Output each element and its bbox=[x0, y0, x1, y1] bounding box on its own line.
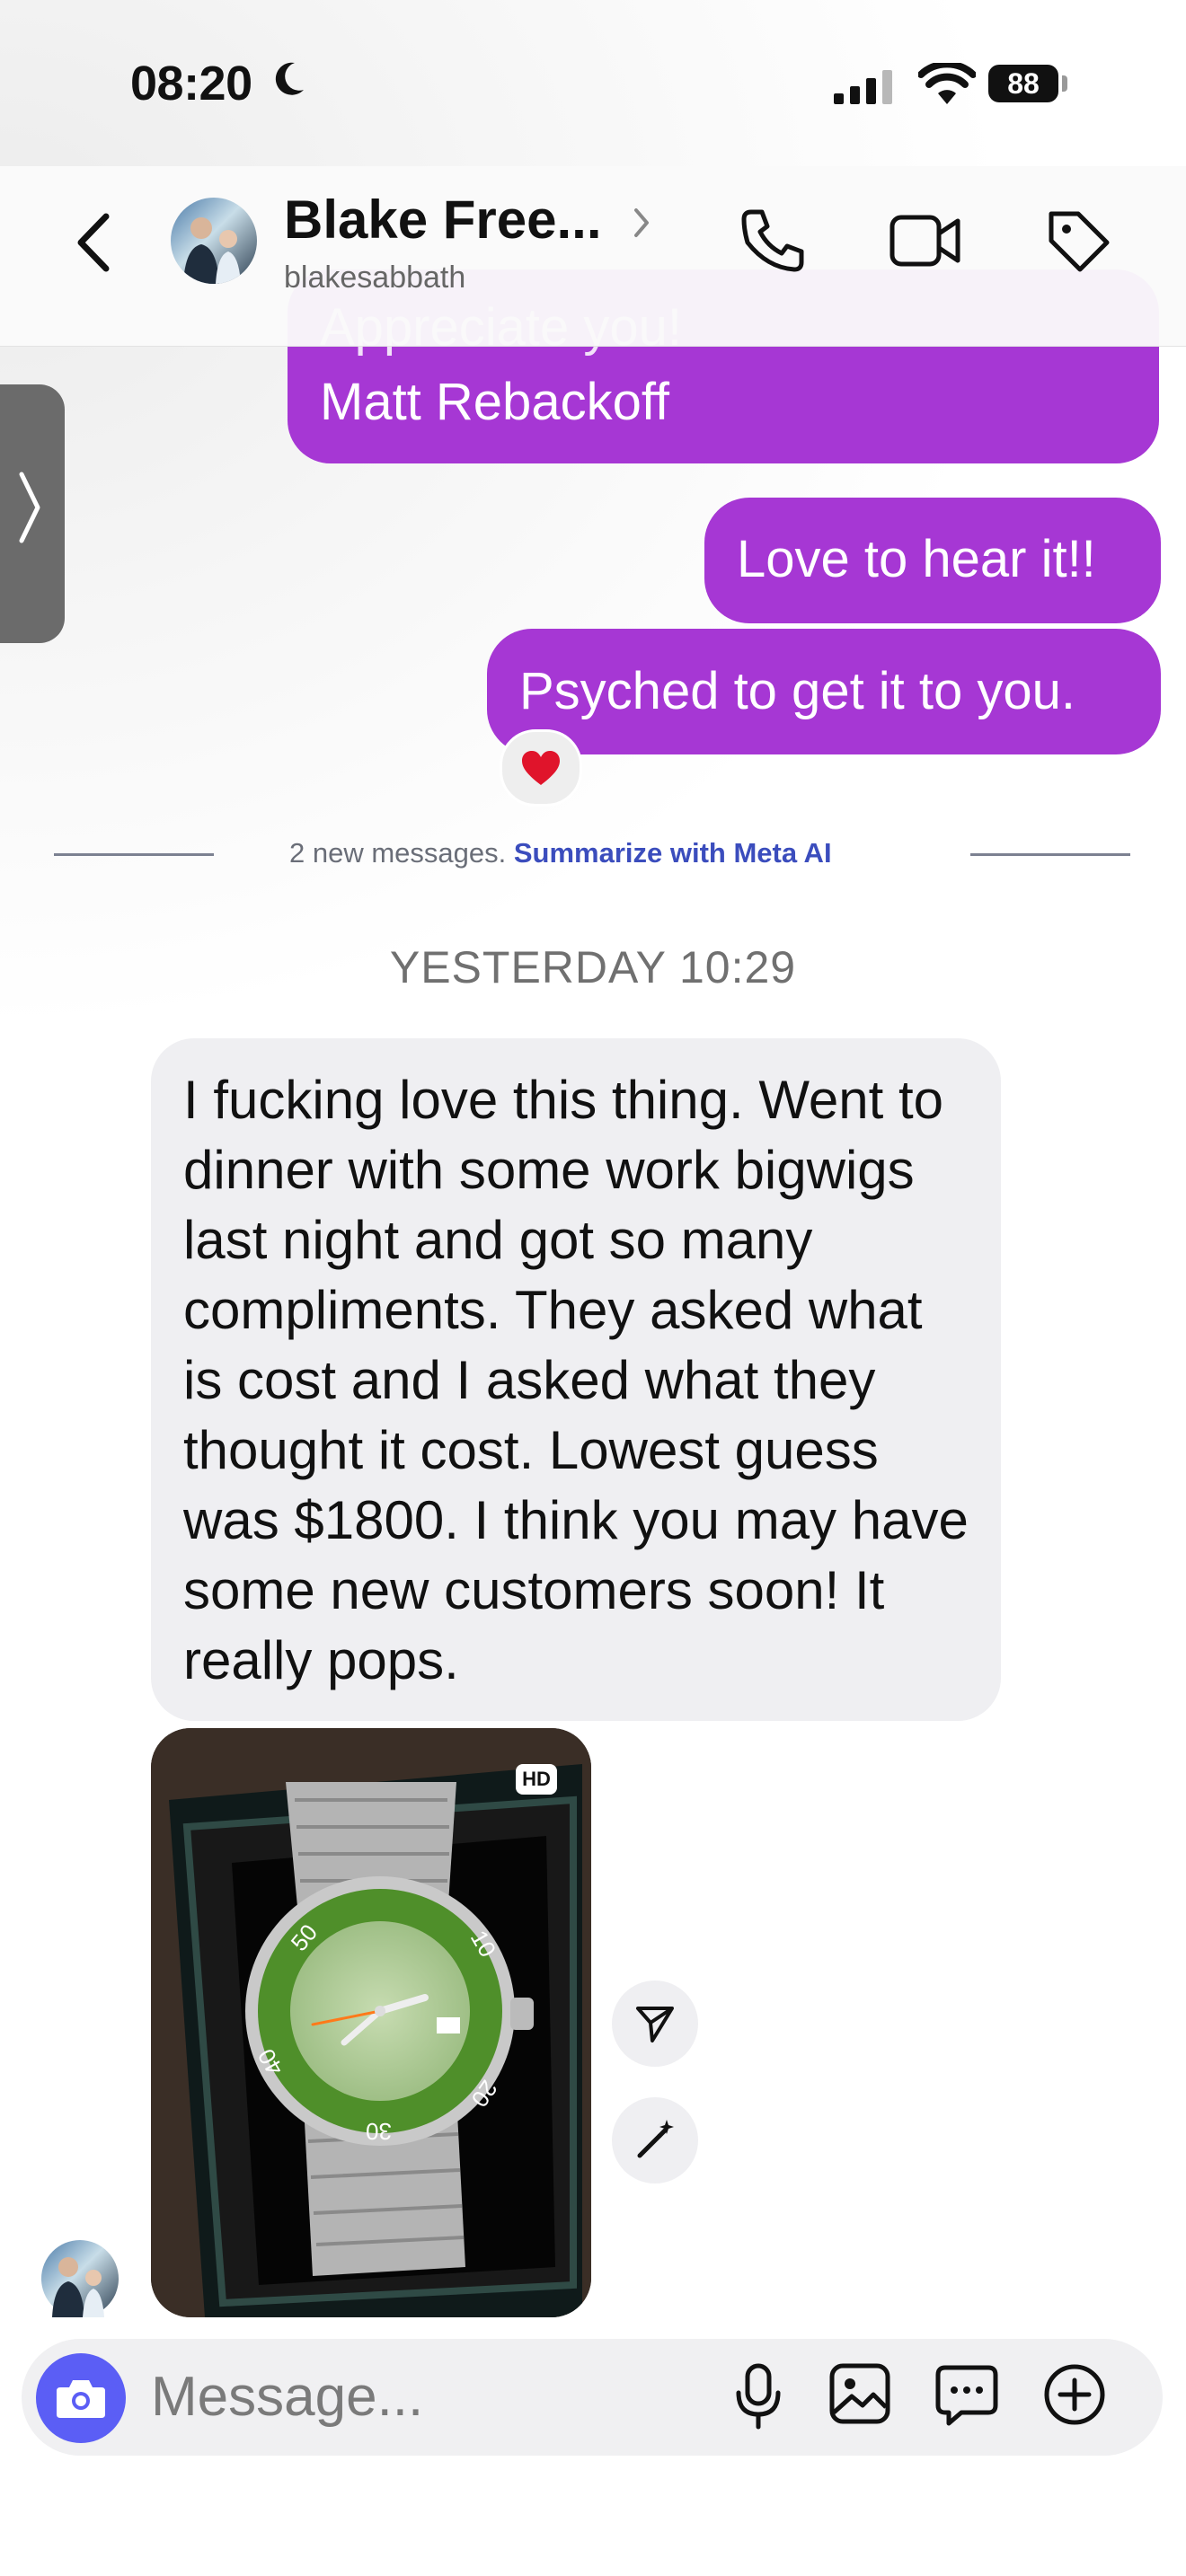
battery-indicator: 88 bbox=[988, 65, 1058, 102]
chevron-right-icon[interactable] bbox=[632, 205, 651, 241]
contact-name[interactable]: Blake Free... bbox=[284, 189, 602, 251]
divider-line-left bbox=[54, 853, 214, 856]
message-input[interactable] bbox=[151, 2360, 690, 2432]
incoming-message-text: I fucking love this thing. Went to dinne… bbox=[183, 1070, 969, 1690]
wifi-icon bbox=[918, 63, 976, 104]
send-icon bbox=[636, 2007, 674, 2042]
outgoing-message-text: Love to hear it!! bbox=[737, 530, 1096, 588]
sender-avatar[interactable] bbox=[41, 2240, 119, 2317]
camera-icon bbox=[57, 2380, 105, 2418]
camera-button[interactable] bbox=[36, 2353, 126, 2443]
divider-line-right bbox=[970, 853, 1130, 856]
contact-username: blakesabbath bbox=[284, 260, 466, 295]
sticker-chat-icon[interactable] bbox=[934, 2362, 999, 2427]
status-time: 08:20 bbox=[130, 57, 252, 110]
ai-edit-button[interactable] bbox=[612, 2097, 698, 2183]
summarize-meta-ai-link[interactable]: Summarize with Meta AI bbox=[514, 837, 832, 869]
new-messages-count: 2 new messages. bbox=[289, 837, 514, 869]
message-timestamp: YESTERDAY 10:29 bbox=[389, 942, 797, 992]
video-call-icon[interactable] bbox=[888, 207, 963, 275]
contact-avatar[interactable] bbox=[171, 198, 257, 284]
hd-badge: HD bbox=[516, 1764, 557, 1795]
plus-circle-icon[interactable] bbox=[1042, 2362, 1107, 2427]
microphone-icon[interactable] bbox=[731, 2362, 785, 2430]
new-messages-divider: 2 new messages. Summarize with Meta AI bbox=[289, 837, 832, 869]
share-button[interactable] bbox=[612, 1981, 698, 2067]
gallery-icon[interactable] bbox=[828, 2362, 891, 2425]
outgoing-message-text: Matt Rebackoff bbox=[320, 373, 670, 431]
chevron-right-icon bbox=[19, 472, 40, 543]
back-chevron-icon[interactable] bbox=[72, 211, 117, 274]
watch-photo[interactable]: 50 10 20 30 40 bbox=[151, 1728, 591, 2317]
cell-signal-icon bbox=[834, 70, 892, 104]
tag-icon[interactable] bbox=[1044, 207, 1112, 275]
phone-call-icon[interactable] bbox=[739, 207, 807, 275]
outgoing-message-text: Psyched to get it to you. bbox=[519, 662, 1076, 720]
magic-brush-icon bbox=[637, 2120, 674, 2158]
battery-tip bbox=[1062, 75, 1067, 92]
bezel-numeral: 30 bbox=[366, 2118, 392, 2145]
moon-icon bbox=[275, 62, 304, 95]
heart-reaction[interactable] bbox=[500, 729, 582, 807]
heart-icon bbox=[522, 751, 560, 785]
